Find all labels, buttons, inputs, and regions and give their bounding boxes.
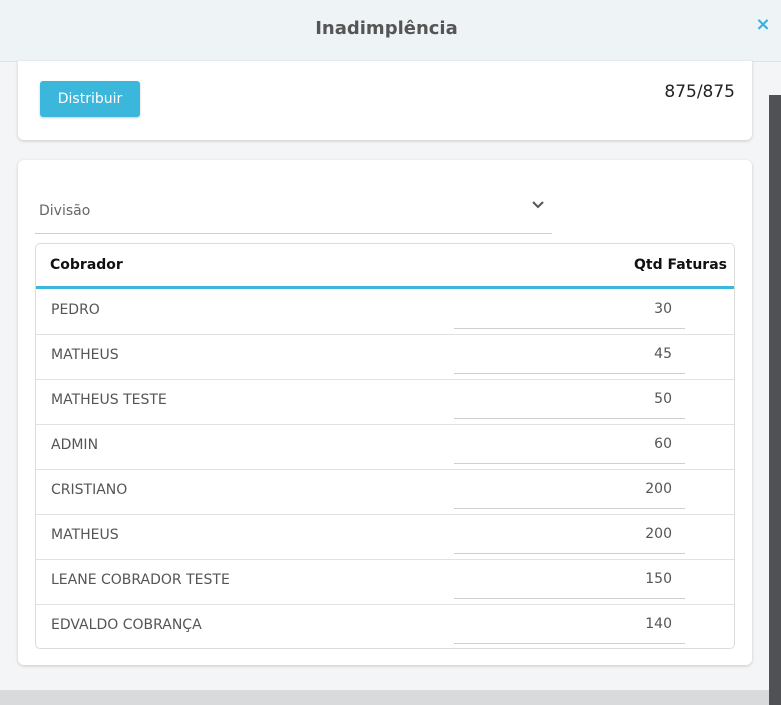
background-page-strip bbox=[0, 690, 781, 705]
collector-name: PEDRO bbox=[51, 302, 100, 318]
collector-name: MATHEUS TESTE bbox=[51, 392, 167, 408]
modal-title: Inadimplência bbox=[315, 18, 458, 39]
collector-name: LEANE COBRADOR TESTE bbox=[51, 572, 230, 588]
distribution-counter: 875/875 bbox=[664, 82, 735, 102]
distribute-button[interactable]: Distribuir bbox=[40, 81, 140, 117]
collector-name: ADMIN bbox=[51, 437, 99, 453]
close-icon[interactable]: × bbox=[753, 14, 773, 36]
invoice-count-input[interactable] bbox=[454, 514, 685, 554]
collectors-table: Cobrador Qtd Faturas PEDRO MATHEUS MATHEUS… bbox=[35, 243, 735, 649]
invoice-count-input[interactable] bbox=[454, 559, 685, 599]
invoice-count-input[interactable] bbox=[454, 334, 685, 374]
table-header: Cobrador Qtd Faturas bbox=[36, 244, 734, 289]
table-row: MATHEUS bbox=[36, 514, 734, 560]
chevron-down-icon bbox=[532, 201, 544, 209]
collectors-card: Divisão Cobrador Qtd Faturas PEDRO MATHEU… bbox=[18, 160, 752, 665]
modal-dialog: Inadimplência × Distribuir 875/875 Divis… bbox=[0, 0, 781, 690]
invoice-count-input[interactable] bbox=[454, 424, 685, 464]
division-select[interactable]: Divisão bbox=[35, 188, 552, 234]
table-row: LEANE COBRADOR TESTE bbox=[36, 559, 734, 605]
table-row: CRISTIANO bbox=[36, 469, 734, 515]
table-row: EDVALDO COBRANÇA bbox=[36, 604, 734, 648]
invoice-count-input[interactable] bbox=[454, 604, 685, 644]
collector-name: CRISTIANO bbox=[51, 482, 128, 498]
invoice-count-input[interactable] bbox=[454, 289, 685, 329]
modal-header: Inadimplência × bbox=[0, 0, 781, 62]
collector-name: EDVALDO COBRANÇA bbox=[51, 617, 202, 633]
table-row: ADMIN bbox=[36, 424, 734, 470]
page-scrollbar[interactable] bbox=[769, 95, 781, 705]
column-header-invoice-count: Qtd Faturas bbox=[633, 257, 727, 273]
table-row: PEDRO bbox=[36, 289, 734, 335]
column-header-collector: Cobrador bbox=[50, 257, 123, 273]
collector-name: MATHEUS bbox=[51, 347, 119, 363]
invoice-count-input[interactable] bbox=[454, 379, 685, 419]
division-select-label: Divisão bbox=[39, 203, 91, 219]
table-row: MATHEUS bbox=[36, 334, 734, 380]
collector-name: MATHEUS bbox=[51, 527, 119, 543]
actions-card: Distribuir 875/875 bbox=[18, 61, 752, 140]
invoice-count-input[interactable] bbox=[454, 469, 685, 509]
table-row: MATHEUS TESTE bbox=[36, 379, 734, 425]
